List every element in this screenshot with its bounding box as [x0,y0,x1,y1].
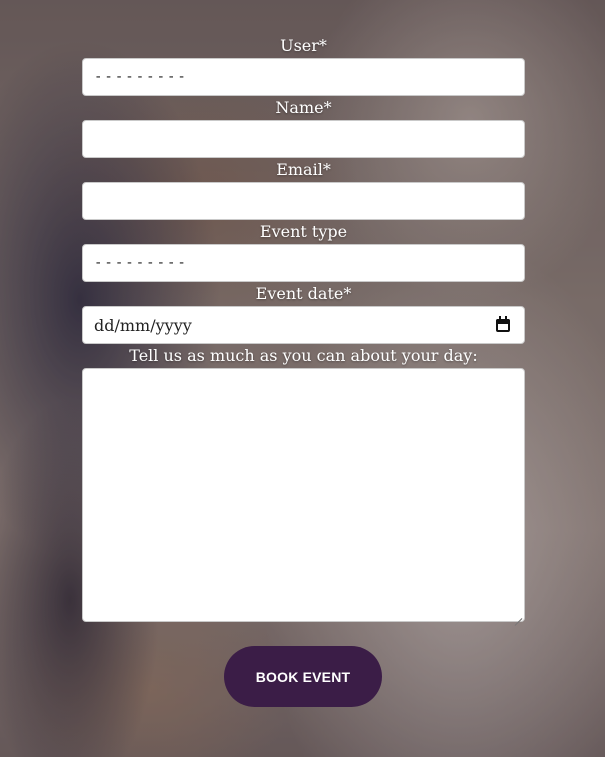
email-field[interactable] [82,182,525,220]
book-event-button[interactable]: BOOK EVENT [224,646,382,707]
user-select[interactable]: --------- [82,58,525,96]
user-label: User* [280,36,327,55]
name-label: Name* [275,98,332,117]
details-label: Tell us as much as you can about your da… [129,346,478,365]
resize-handle-icon[interactable] [514,611,522,619]
user-select-value: --------- [94,69,188,85]
event-type-select[interactable]: --------- [82,244,525,282]
calendar-icon[interactable] [495,316,513,334]
event-type-label: Event type [259,222,348,241]
event-date-label: Event date* [255,284,352,303]
event-date-placeholder: dd/mm/yyyy [94,315,192,335]
name-field[interactable] [82,120,525,158]
booking-form: User* --------- Name* Email* Event type … [82,34,525,622]
details-textarea[interactable] [82,368,525,622]
email-label: Email* [276,160,331,179]
event-type-select-value: --------- [94,255,188,271]
event-date-field[interactable]: dd/mm/yyyy [82,306,525,344]
